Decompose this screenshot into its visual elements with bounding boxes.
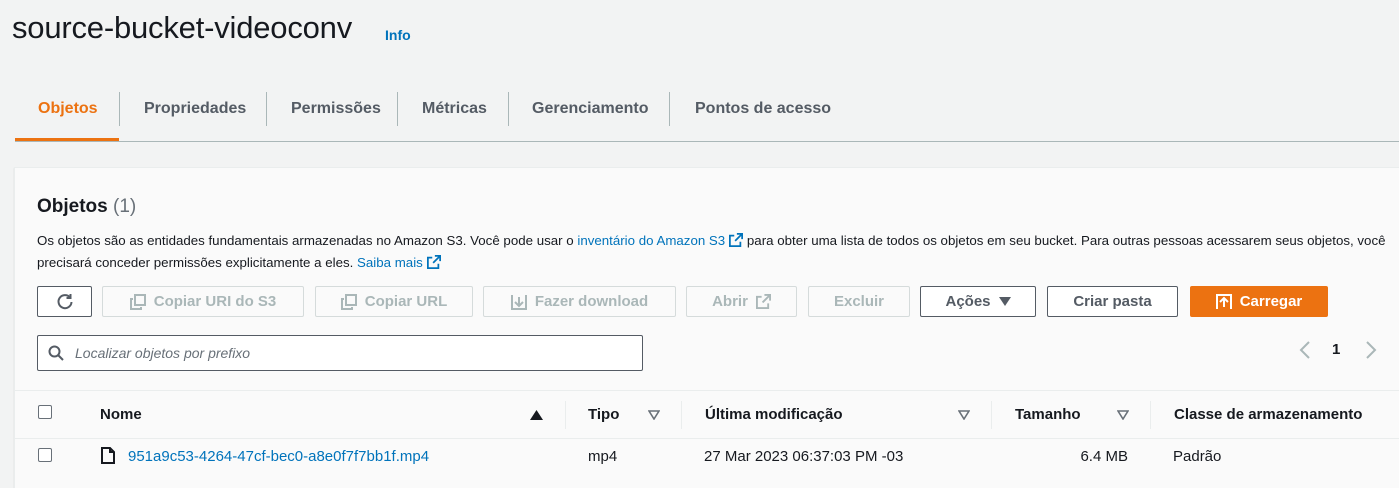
info-link[interactable]: Info [385, 27, 411, 43]
tab-metrics[interactable]: Métricas [422, 92, 487, 126]
object-type: mp4 [588, 448, 618, 465]
tab-objects[interactable]: Objetos [38, 92, 98, 126]
object-name-link[interactable]: 951a9c53-4264-47cf-bec0-a8e0f7f7bb1f.mp4 [128, 448, 429, 465]
search-input[interactable]: Localizar objetos por prefixo [37, 335, 643, 371]
select-all-checkbox[interactable] [38, 405, 52, 419]
copy-url-label: Copiar URL [364, 293, 448, 310]
download-label: Fazer download [534, 293, 649, 310]
sort-icon[interactable] [648, 410, 660, 420]
actions-label: Ações [945, 293, 991, 310]
sort-icon[interactable] [958, 410, 970, 420]
tabs-divider [15, 141, 1399, 142]
open-label: Abrir [712, 293, 748, 310]
delete-button[interactable]: Excluir [808, 286, 910, 317]
bucket-title: source-bucket-videoconv [12, 10, 353, 45]
tab-separator [669, 92, 670, 126]
download-button[interactable]: Fazer download [483, 286, 676, 317]
row-checkbox[interactable] [38, 448, 52, 462]
file-icon [101, 447, 115, 464]
create-folder-label: Criar pasta [1073, 293, 1152, 310]
column-header-modified[interactable]: Última modificação [705, 406, 843, 423]
tab-separator [119, 92, 120, 126]
download-icon [510, 294, 527, 310]
column-separator [991, 401, 992, 429]
caret-down-icon [998, 296, 1011, 306]
chevron-left-icon[interactable] [1299, 341, 1311, 359]
tab-management[interactable]: Gerenciamento [532, 92, 648, 126]
row-divider [15, 438, 1399, 439]
refresh-icon [57, 293, 72, 309]
object-count: (1) [113, 196, 137, 217]
search-placeholder: Localizar objetos por prefixo [75, 345, 251, 361]
upload-label: Carregar [1239, 293, 1303, 310]
object-size: 6.4 MB [1080, 448, 1128, 465]
copy-url-button[interactable]: Copiar URL [315, 286, 473, 317]
sort-icon[interactable] [1117, 410, 1129, 420]
copy-s3-uri-label: Copiar URI do S3 [153, 293, 277, 310]
upload-button[interactable]: Carregar [1190, 286, 1328, 317]
tab-bar: Objetos Propriedades Permissões Métricas… [15, 92, 1399, 142]
column-separator [1150, 401, 1151, 429]
column-separator [565, 401, 566, 429]
panel-title: Objetos (1) [37, 196, 136, 218]
copy-icon [129, 293, 146, 310]
sort-ascending-icon[interactable] [530, 410, 543, 420]
column-header-storage-class[interactable]: Classe de armazenamento [1174, 406, 1362, 423]
column-separator [681, 401, 682, 429]
copy-icon [340, 293, 357, 310]
column-header-name[interactable]: Nome [100, 406, 142, 423]
object-storage-class: Padrão [1173, 448, 1222, 465]
column-header-type[interactable]: Tipo [588, 406, 619, 423]
tab-separator [397, 92, 398, 126]
create-folder-button[interactable]: Criar pasta [1047, 286, 1178, 317]
tab-properties[interactable]: Propriedades [144, 92, 246, 126]
delete-label: Excluir [833, 293, 885, 310]
tab-separator [266, 92, 267, 126]
current-page[interactable]: 1 [1332, 341, 1340, 358]
search-icon [48, 345, 64, 361]
upload-icon [1215, 293, 1232, 309]
table-top-divider [15, 390, 1399, 391]
open-button[interactable]: Abrir [686, 286, 797, 317]
tab-separator [508, 92, 509, 126]
inventory-link[interactable]: inventário do Amazon S3 [577, 233, 725, 248]
panel-title-text: Objetos [37, 196, 108, 217]
learn-more-link[interactable]: Saiba mais [357, 255, 423, 270]
tab-permissions[interactable]: Permissões [291, 92, 381, 126]
description-text-1: Os objetos são as entidades fundamentais… [37, 233, 578, 248]
object-modified: 27 Mar 2023 06:37:03 PM -03 [704, 448, 904, 465]
copy-s3-uri-button[interactable]: Copiar URI do S3 [102, 286, 304, 317]
external-link-icon [755, 294, 771, 309]
external-link-icon [729, 233, 744, 247]
refresh-button[interactable] [37, 286, 92, 317]
objects-panel: Objetos (1) Os objetos são as entidades … [14, 167, 1399, 488]
external-link-icon [426, 255, 441, 269]
chevron-right-icon[interactable] [1365, 341, 1377, 359]
column-header-size[interactable]: Tamanho [1015, 406, 1081, 423]
actions-dropdown[interactable]: Ações [920, 286, 1036, 317]
panel-description: Os objetos são as entidades fundamentais… [37, 230, 1399, 274]
tab-access-points[interactable]: Pontos de acesso [695, 92, 831, 126]
